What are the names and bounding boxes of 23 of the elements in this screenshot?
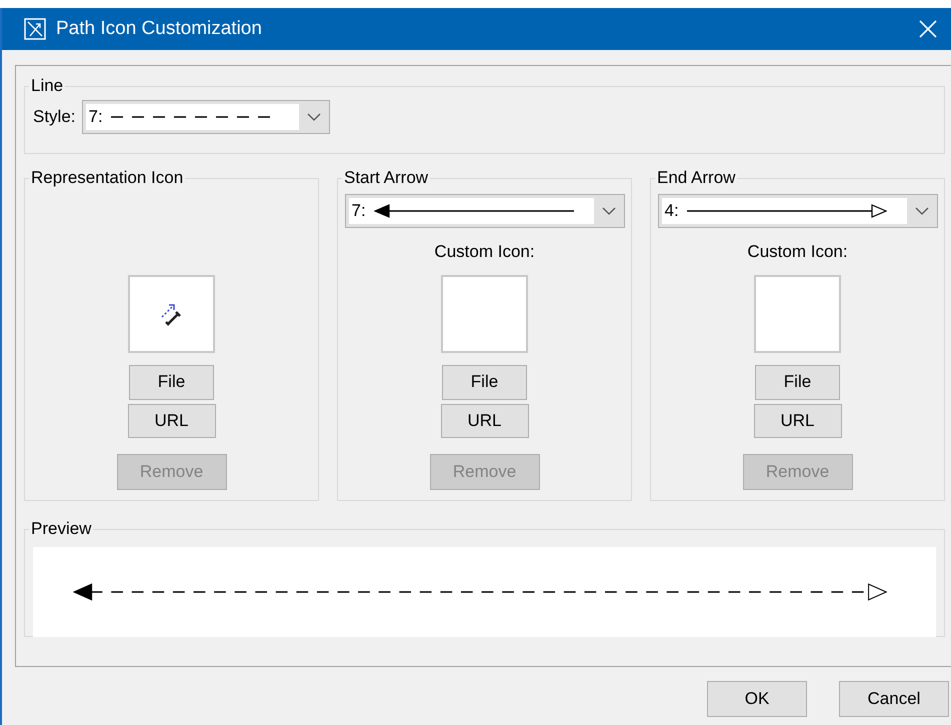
style-dropdown[interactable]: 7: [82, 100, 330, 134]
file-button[interactable]: File [755, 365, 840, 400]
style-label: Style: [33, 107, 76, 127]
url-button[interactable]: URL [128, 404, 216, 438]
url-button[interactable]: URL [440, 404, 528, 438]
arrow-dropdown[interactable]: 7: [344, 194, 624, 228]
custom-icon-label: Custom Icon: [434, 242, 535, 262]
file-button[interactable]: File [129, 365, 214, 400]
window-title: Path Icon Customization [56, 18, 263, 40]
section-title: Representation Icon [30, 168, 184, 188]
file-button[interactable]: File [442, 365, 527, 400]
arrow-line-icon [374, 204, 574, 218]
ok-button[interactable]: OK [707, 681, 807, 717]
group-title: Line [30, 76, 64, 96]
section-title: Start Arrow [343, 168, 430, 188]
arrow-line-icon [686, 204, 887, 218]
section-title: End Arrow [656, 168, 736, 188]
url-button[interactable]: URL [754, 404, 842, 438]
group-title: Preview [30, 519, 92, 539]
path-app-icon [24, 18, 46, 40]
custom-icon-label: Custom Icon: [747, 242, 848, 262]
cancel-button[interactable]: Cancel [839, 681, 949, 717]
arrow-dropdown[interactable]: 4: [658, 194, 938, 228]
